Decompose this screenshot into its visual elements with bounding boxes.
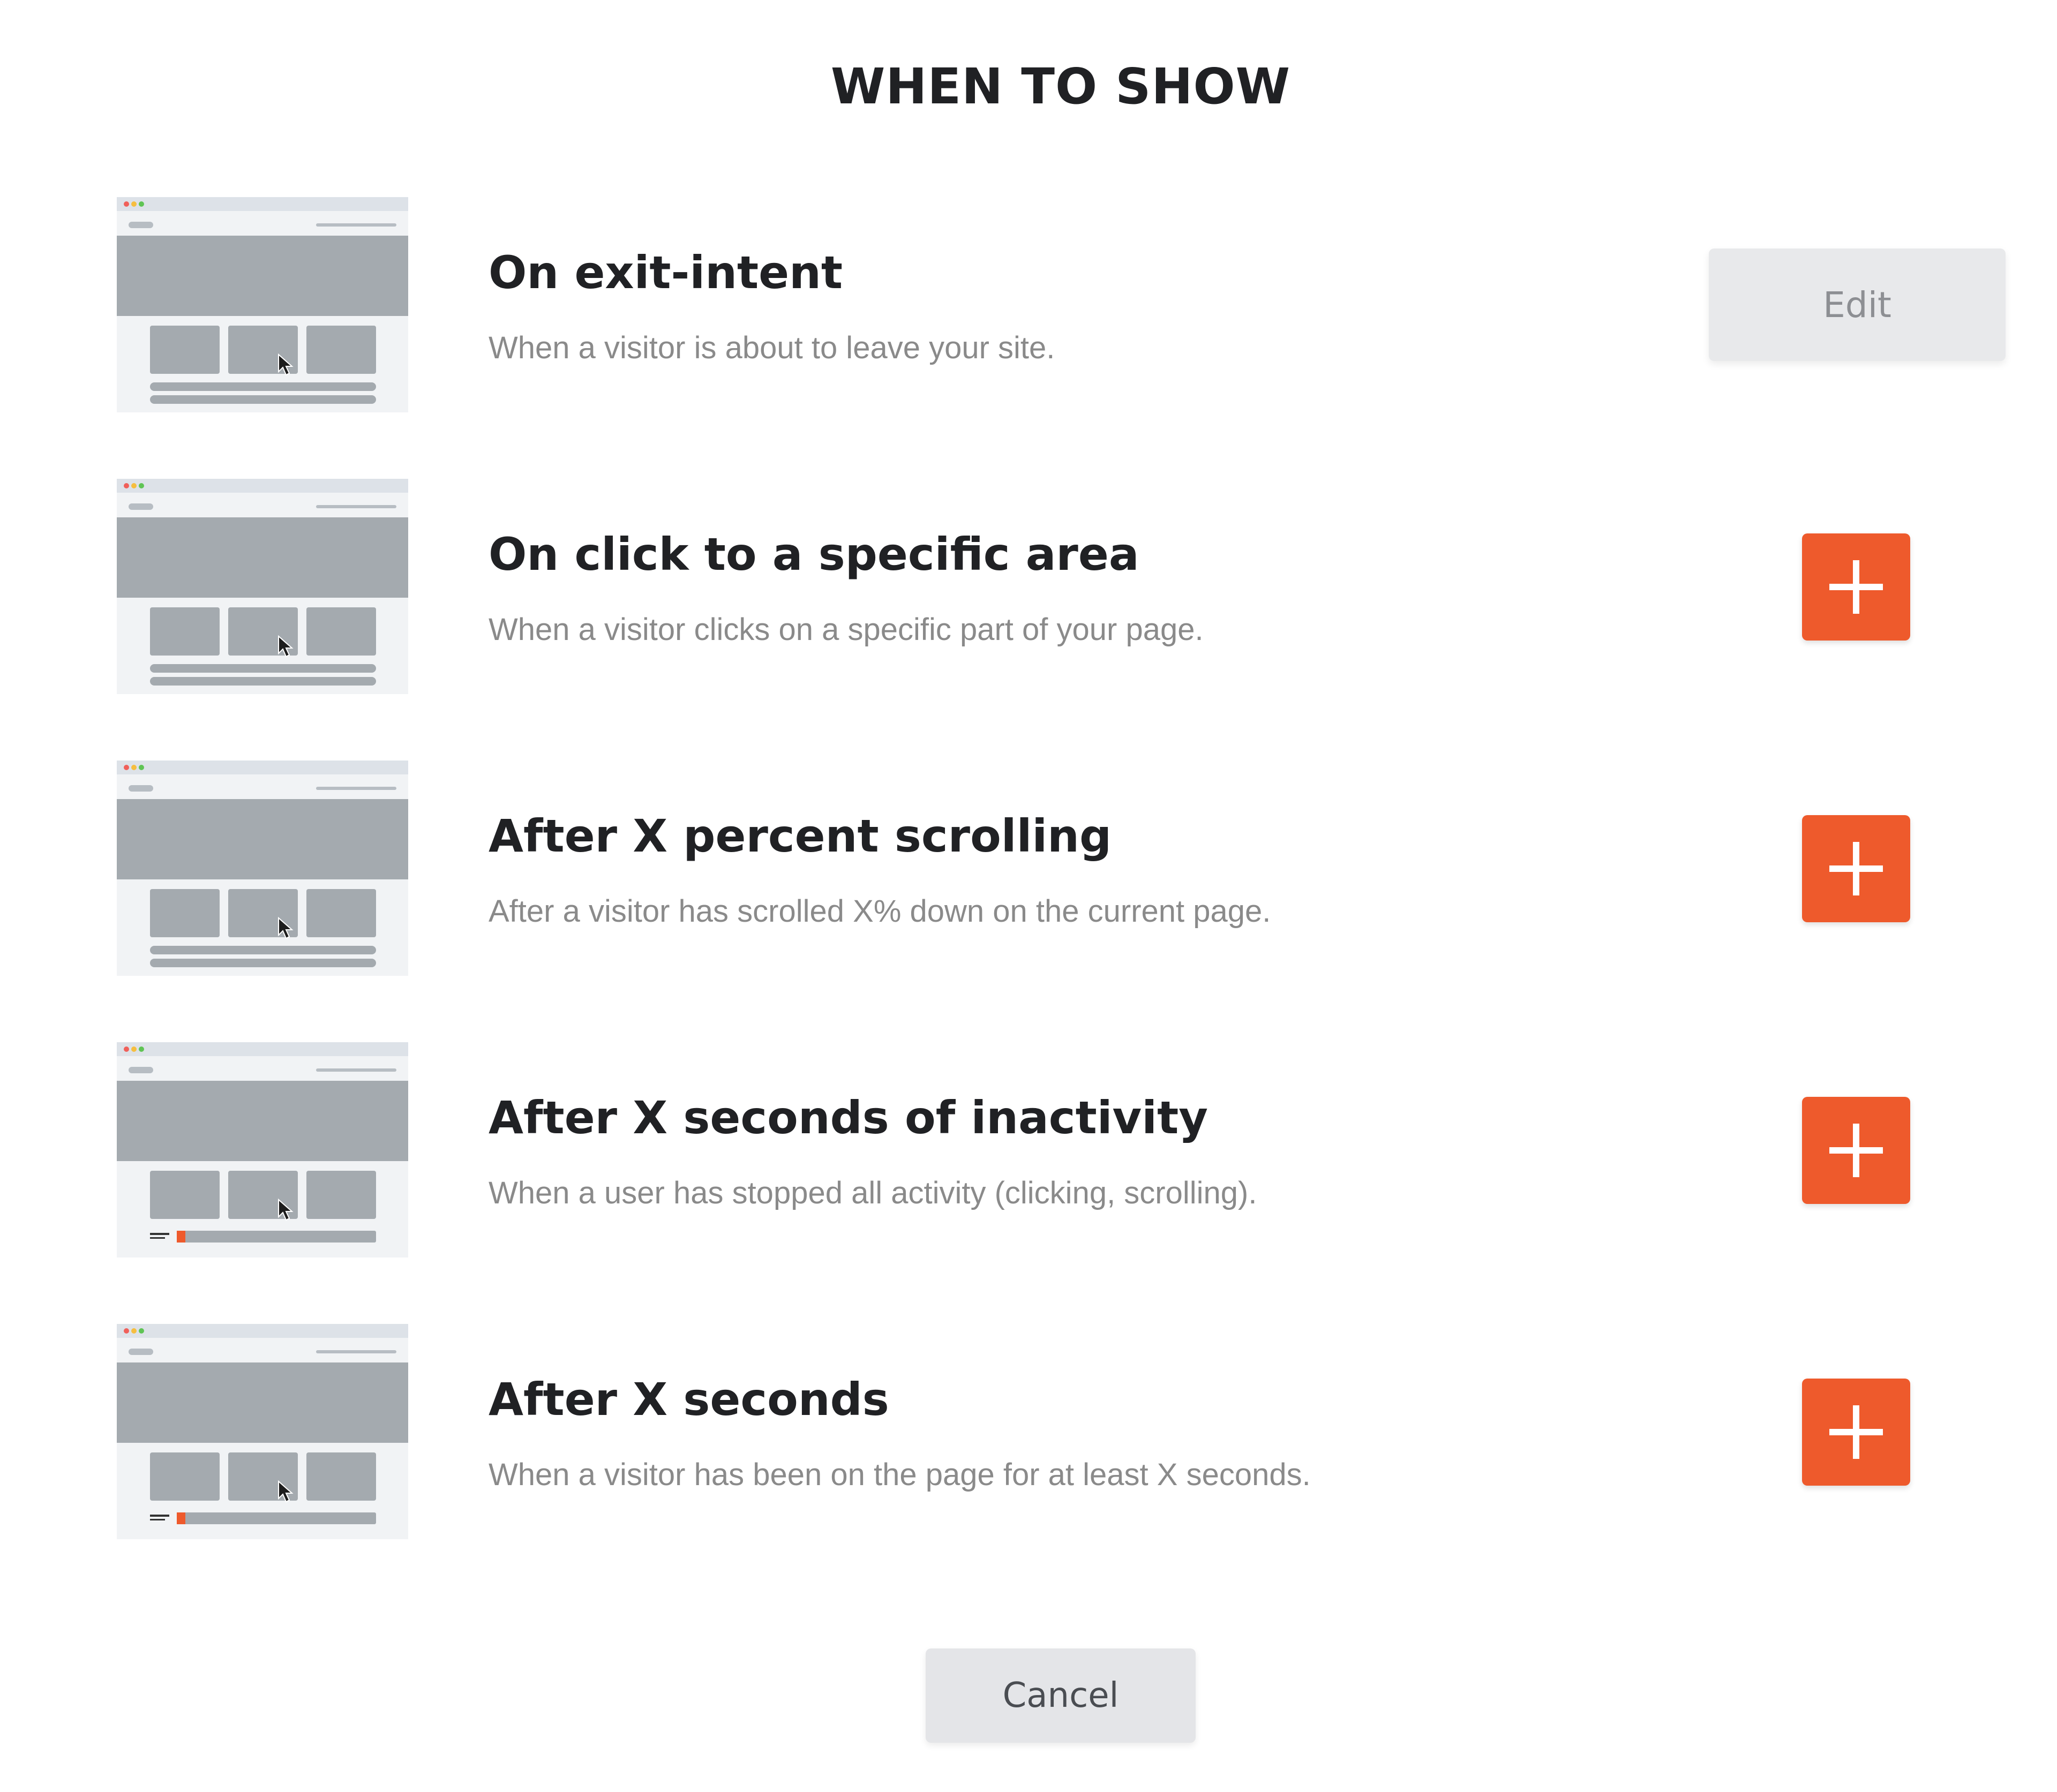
- browser-cards-thumbnail: [117, 479, 408, 694]
- browser-timer-thumbnail: [117, 1042, 408, 1258]
- add-button[interactable]: [1802, 533, 1910, 641]
- option-title: After X seconds of inactivity: [489, 1091, 1208, 1144]
- option-description: When a visitor is about to leave your si…: [489, 330, 1055, 365]
- browser-cards-thumbnail: [117, 197, 408, 412]
- add-button[interactable]: [1802, 1379, 1910, 1486]
- option-description: When a visitor clicks on a specific part…: [489, 612, 1204, 647]
- option-row-click-area: On click to a specific area When a visit…: [0, 479, 2057, 694]
- option-row-seconds: After X seconds When a visitor has been …: [0, 1324, 2057, 1539]
- option-title: On click to a specific area: [489, 528, 1139, 581]
- plus-icon: [1829, 1405, 1883, 1459]
- option-title: On exit-intent: [489, 246, 843, 299]
- option-description: When a visitor has been on the page for …: [489, 1457, 1311, 1492]
- plus-icon: [1829, 842, 1883, 895]
- option-description: After a visitor has scrolled X% down on …: [489, 894, 1271, 929]
- browser-cards-thumbnail: [117, 761, 408, 976]
- option-title: After X percent scrolling: [489, 810, 1112, 862]
- plus-icon: [1829, 1124, 1883, 1177]
- option-row-exit-intent: On exit-intent When a visitor is about t…: [0, 197, 2057, 412]
- page-title: WHEN TO SHOW: [830, 58, 1291, 115]
- cancel-button[interactable]: Cancel: [926, 1648, 1196, 1743]
- option-row-inactivity: After X seconds of inactivity When a use…: [0, 1042, 2057, 1258]
- add-button[interactable]: [1802, 815, 1910, 922]
- option-description: When a user has stopped all activity (cl…: [489, 1176, 1257, 1210]
- option-title: After X seconds: [489, 1373, 889, 1426]
- browser-timer-thumbnail: [117, 1324, 408, 1539]
- edit-button[interactable]: Edit: [1709, 249, 2006, 361]
- add-button[interactable]: [1802, 1097, 1910, 1204]
- plus-icon: [1829, 560, 1883, 614]
- option-row-scrolling: After X percent scrolling After a visito…: [0, 761, 2057, 976]
